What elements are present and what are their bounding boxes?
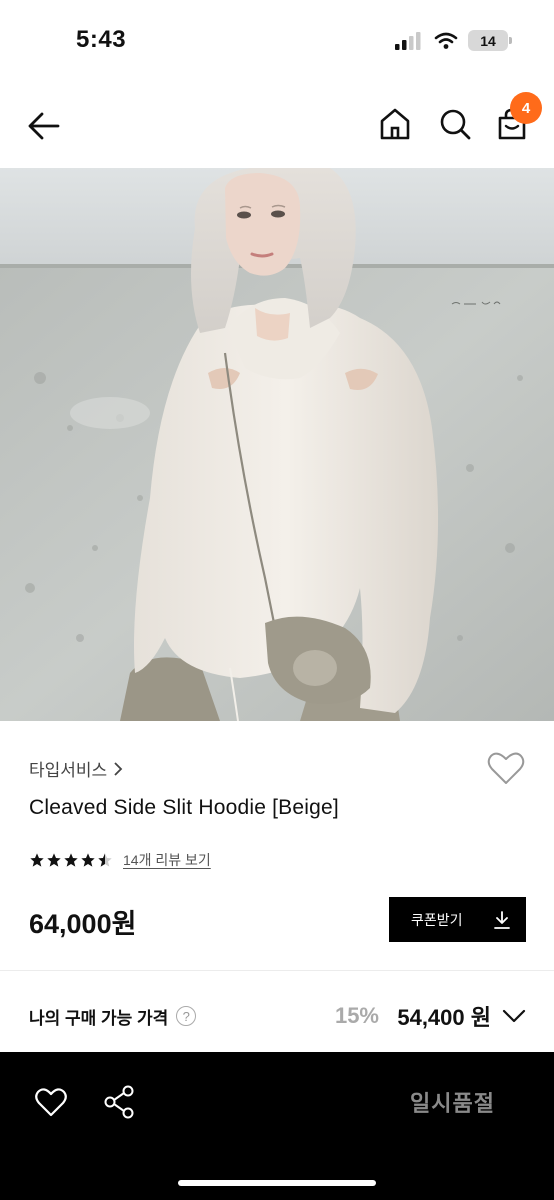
my-price-row[interactable]: 나의 구매 가능 가격 ? 15% 54,400 원 [29, 994, 527, 1038]
product-title: Cleaved Side Slit Hoodie [Beige] [29, 796, 339, 819]
product-photo [0, 168, 554, 721]
top-nav [0, 80, 554, 168]
home-icon [380, 108, 410, 140]
cellular-signal-icon [395, 31, 421, 50]
home-indicator [178, 1180, 376, 1186]
rating-row: 14개 리뷰 보기 [29, 850, 211, 870]
half-star-icon [98, 853, 112, 867]
star-icon [47, 853, 61, 867]
back-button[interactable] [24, 108, 64, 144]
star-icon [64, 853, 78, 867]
search-icon [440, 109, 471, 140]
coupon-download-button[interactable]: 쿠폰받기 [389, 897, 526, 942]
star-icon [81, 853, 95, 867]
expand-price-button[interactable] [501, 1004, 527, 1028]
coupon-label: 쿠폰받기 [411, 911, 463, 928]
search-button[interactable] [438, 106, 472, 142]
rating-stars [29, 852, 113, 868]
share-button[interactable] [102, 1084, 136, 1120]
chevron-down-icon [502, 1009, 526, 1023]
final-price: 54,400 원 [397, 1005, 491, 1030]
home-button[interactable] [378, 106, 412, 142]
help-icon[interactable]: ? [176, 1006, 197, 1026]
heart-outline-icon [35, 1088, 67, 1117]
wishlist-button[interactable] [486, 750, 526, 786]
brand-link[interactable]: 타입서비스 [29, 756, 123, 781]
cart-count-badge: 4 [510, 92, 542, 124]
star-icon [30, 853, 44, 867]
battery-indicator: 14 [468, 30, 512, 51]
brand-name: 타입서비스 [29, 761, 108, 780]
section-divider [0, 970, 554, 971]
product-price: 64,000원 [29, 909, 137, 939]
bottom-action-bar: 일시품절 [0, 1052, 554, 1200]
my-price-label: 나의 구매 가능 가격 [29, 1008, 169, 1028]
arrow-left-icon [28, 112, 60, 140]
product-image[interactable] [0, 168, 554, 721]
battery-level: 14 [480, 32, 496, 49]
download-icon [494, 910, 510, 929]
heart-outline-icon [487, 752, 525, 784]
chevron-right-icon [114, 761, 123, 776]
wifi-icon [434, 32, 458, 49]
status-icons: 14 [394, 30, 512, 51]
bottom-wish-button[interactable] [34, 1086, 68, 1118]
discount-rate: 15% [334, 1003, 379, 1028]
share-icon [104, 1085, 134, 1119]
review-link[interactable]: 14개 리뷰 보기 [123, 850, 211, 870]
sold-out-button[interactable]: 일시품절 [410, 1086, 495, 1118]
status-bar: 5:43 14 [0, 0, 554, 80]
status-time: 5:43 [76, 26, 127, 53]
